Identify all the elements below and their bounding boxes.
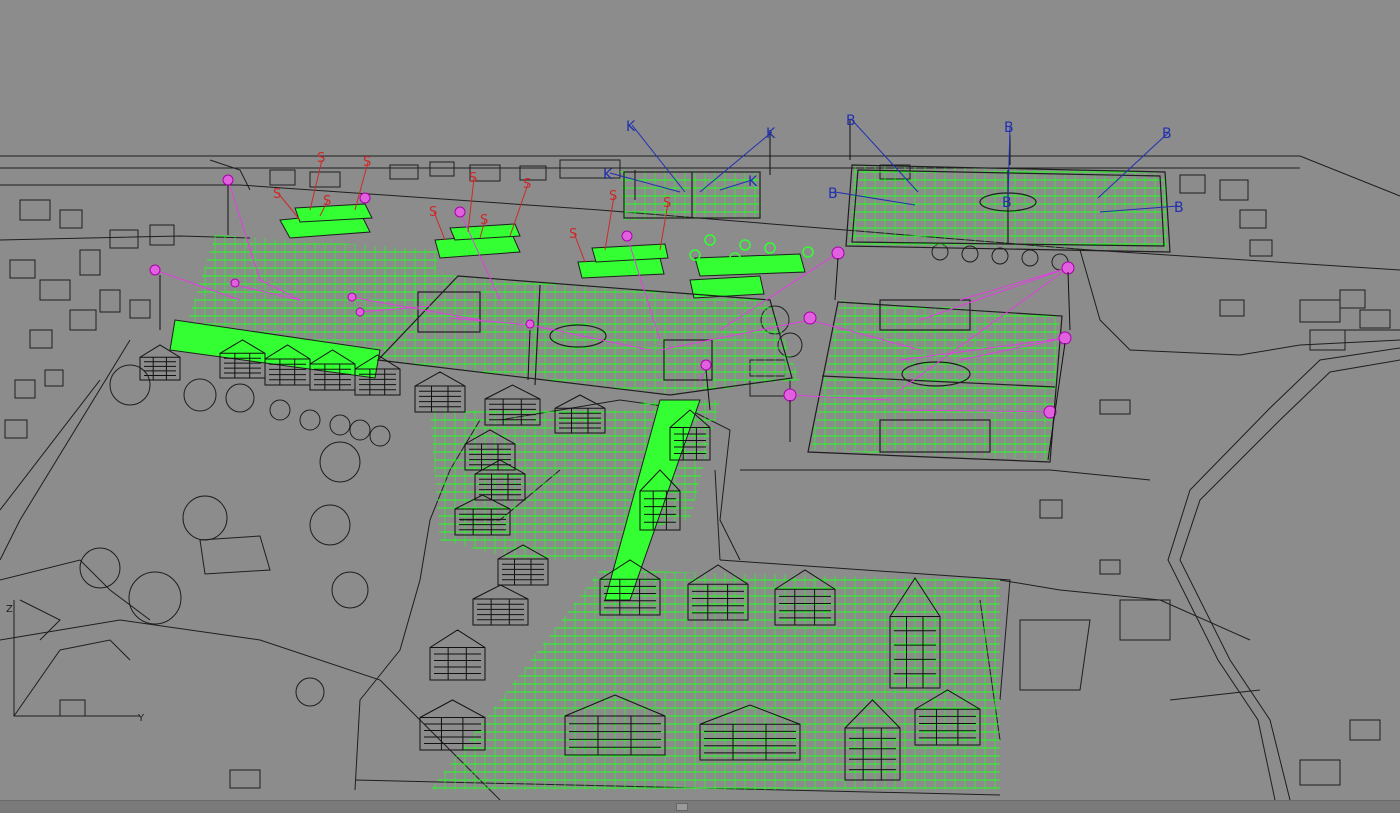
camera-b-4: B: [828, 186, 838, 202]
camera-b-5: B: [1002, 195, 1012, 211]
camera-k-4: K: [748, 174, 758, 190]
camera-b-1: B: [846, 113, 856, 129]
speaker-s-6: S: [523, 177, 531, 192]
speaker-s-10: S: [609, 189, 617, 204]
speaker-s-3: S: [273, 187, 281, 202]
camera-b-2: B: [1004, 120, 1014, 136]
luminaire-icon: [222, 174, 234, 186]
luminaire-icon: [359, 192, 371, 204]
luminaire-icon: [149, 264, 161, 276]
luminaire-icon: [803, 311, 817, 325]
speaker-s-11: S: [663, 196, 671, 211]
camera-k-1: K: [626, 119, 636, 135]
cad-3d-viewport[interactable]: K K K K B B B B B B S S S S S S S S S S …: [0, 0, 1400, 800]
camera-b-3: B: [1162, 126, 1172, 142]
speaker-s-2: S: [363, 155, 371, 170]
site-plan-3d-scene[interactable]: K K K K B B B B B B S S S S S S S S S S …: [0, 0, 1400, 800]
luminaire-icon: [454, 206, 466, 218]
camera-b-6: B: [1174, 200, 1184, 216]
luminaire-icon: [525, 319, 535, 329]
luminaire-icon: [783, 388, 797, 402]
coordinate-axis: [13, 600, 140, 717]
camera-k-2: K: [766, 126, 776, 142]
wireframe-building: [472, 584, 529, 626]
speaker-s-7: S: [429, 205, 437, 220]
luminaire-icon: [347, 292, 357, 302]
luminaire-icon: [1058, 331, 1072, 345]
speaker-s-1: S: [317, 151, 325, 166]
axis-y-label: Y: [137, 713, 145, 724]
wireframe-building: [429, 629, 486, 681]
calculation-grid-areas: [180, 165, 1168, 790]
luminaire-icon: [230, 278, 240, 288]
speaker-s-4: S: [323, 194, 331, 209]
luminaire-icon: [831, 246, 845, 260]
axis-z-label: Z: [6, 604, 13, 615]
camera-k-3: K: [603, 167, 613, 183]
luminaire-icon: [621, 230, 633, 242]
speaker-s-8: S: [480, 213, 488, 228]
speaker-s-5: S: [469, 171, 477, 186]
horizontal-scrollbar[interactable]: [0, 800, 1400, 813]
scrollbar-thumb[interactable]: [676, 803, 688, 811]
luminaire-icon: [355, 307, 365, 317]
speaker-s-9: S: [569, 227, 577, 242]
luminaire-icon: [700, 359, 712, 371]
wireframe-building: [414, 371, 466, 413]
